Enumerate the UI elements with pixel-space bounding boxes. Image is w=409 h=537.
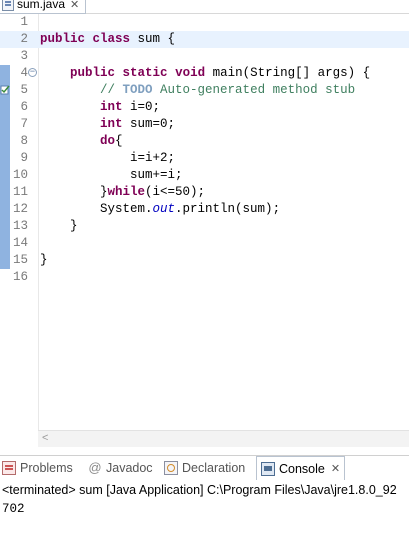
tab-label: Problems [20, 461, 73, 475]
code-line: 8 do{ [0, 133, 409, 150]
java-file-icon [2, 0, 14, 11]
declaration-icon [164, 461, 178, 475]
tab-declaration[interactable]: Declaration [164, 458, 245, 478]
code-text: // TODO Auto-generated method stub [100, 83, 356, 97]
line-number: 1 [20, 15, 28, 29]
line-number: 10 [12, 168, 28, 182]
code-editor[interactable]: 1 2 public class sum { 3 4 − public stat… [0, 14, 409, 447]
code-text: }while(i<=50); [100, 185, 206, 199]
code-line: 14 [0, 235, 409, 252]
code-text: System.out.println(sum); [100, 202, 281, 216]
problems-icon [2, 461, 16, 475]
code-text: } [40, 253, 48, 267]
tab-problems[interactable]: Problems [2, 458, 73, 478]
tab-javadoc[interactable]: @ Javadoc [88, 458, 153, 478]
line-number: 11 [12, 185, 28, 199]
code-line: 1 [0, 14, 409, 31]
code-text: public class sum { [40, 32, 176, 46]
line-number: 5 [20, 83, 28, 97]
code-line-current: 2 public class sum { [0, 31, 409, 48]
line-number: 2 [20, 32, 28, 46]
tab-label: Javadoc [106, 461, 153, 475]
line-number: 7 [20, 117, 28, 131]
line-number: 6 [20, 100, 28, 114]
at-sign-icon: @ [88, 460, 102, 475]
code-text: do{ [100, 134, 123, 148]
line-number: 4 [20, 66, 28, 80]
console-status-line: <terminated> sum [Java Application] C:\P… [2, 483, 397, 497]
tab-label: Console [279, 461, 325, 476]
view-tab-bar: Problems @ Javadoc Declaration Console ✕ [0, 455, 409, 480]
code-text: int i=0; [100, 100, 161, 114]
scroll-left-icon[interactable]: < [42, 432, 48, 444]
code-line: 12 System.out.println(sum); [0, 201, 409, 218]
tab-label: Declaration [182, 461, 246, 475]
code-text: int sum=0; [100, 117, 176, 131]
line-number: 16 [12, 270, 28, 284]
code-line: 16 [0, 269, 409, 286]
code-line: 15 } [0, 252, 409, 269]
line-number: 14 [12, 236, 28, 250]
code-text: public static void main(String[] args) { [70, 66, 371, 80]
horizontal-scrollbar[interactable]: < [38, 430, 409, 447]
code-line: 6 int i=0; [0, 99, 409, 116]
code-text: } [70, 219, 78, 233]
close-icon[interactable]: ✕ [70, 0, 79, 11]
console-output-text: 702 [2, 502, 25, 516]
console-output-area[interactable]: 702 [0, 500, 409, 537]
code-line: 3 [0, 48, 409, 65]
editor-tab-bar: sum.java ✕ [0, 0, 409, 14]
console-icon [261, 461, 275, 476]
code-line: 10 sum+=i; [0, 167, 409, 184]
close-icon[interactable]: ✕ [331, 462, 340, 475]
line-number: 12 [12, 202, 28, 216]
code-text: i=i+2; [130, 151, 176, 165]
code-line: 4 − public static void main(String[] arg… [0, 65, 409, 82]
line-number: 13 [12, 219, 28, 233]
code-line: 7 int sum=0; [0, 116, 409, 133]
editor-tab-sum-java[interactable]: sum.java ✕ [0, 0, 87, 14]
tab-console[interactable]: Console ✕ [256, 456, 346, 480]
code-area[interactable]: 1 2 public class sum { 3 4 − public stat… [0, 14, 409, 430]
editor-tab-title: sum.java [17, 0, 66, 11]
code-line: 5 // TODO Auto-generated method stub [0, 82, 409, 99]
line-number: 3 [20, 49, 28, 63]
code-line: 9 i=i+2; [0, 150, 409, 167]
line-number: 15 [12, 253, 28, 267]
task-marker-icon [0, 85, 10, 95]
code-line: 11 }while(i<=50); [0, 184, 409, 201]
line-number: 8 [20, 134, 28, 148]
collapse-icon[interactable]: − [28, 68, 37, 77]
line-number: 9 [20, 151, 28, 165]
code-line: 13 } [0, 218, 409, 235]
code-text: sum+=i; [130, 168, 183, 182]
